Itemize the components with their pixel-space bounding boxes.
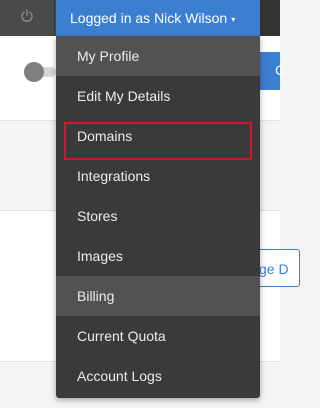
menu-item-images[interactable]: Images xyxy=(56,236,260,276)
menu-item-stores[interactable]: Stores xyxy=(56,196,260,236)
user-menu-label: Logged in as Nick Wilson xyxy=(70,10,228,26)
top-bar: Logged in as Nick Wilson ▾ xyxy=(0,0,280,36)
menu-item-label: Edit My Details xyxy=(77,88,171,104)
menu-item-integrations[interactable]: Integrations xyxy=(56,156,260,196)
menu-item-label: Images xyxy=(77,248,123,264)
menu-item-edit-my-details[interactable]: Edit My Details xyxy=(56,76,260,116)
user-menu-button[interactable]: Logged in as Nick Wilson ▾ xyxy=(56,0,260,36)
menu-item-my-profile[interactable]: My Profile xyxy=(56,36,260,76)
power-button[interactable] xyxy=(0,0,55,36)
user-dropdown-menu: My Profile Edit My Details Domains Integ… xyxy=(56,36,260,398)
menu-item-current-quota[interactable]: Current Quota xyxy=(56,316,260,356)
menu-item-label: Account Logs xyxy=(77,368,162,384)
toggle-switch-knob[interactable] xyxy=(24,62,44,82)
menu-item-account-logs[interactable]: Account Logs xyxy=(56,356,260,396)
caret-down-icon: ▾ xyxy=(231,15,236,24)
primary-action-label: C xyxy=(275,62,286,78)
menu-item-label: Stores xyxy=(77,208,118,224)
menu-item-label: Integrations xyxy=(77,168,151,184)
domains-highlight-box xyxy=(64,122,252,160)
menu-item-label: Billing xyxy=(77,288,115,304)
topbar-right-area xyxy=(260,0,280,36)
menu-item-label: Current Quota xyxy=(77,328,166,344)
menu-item-billing[interactable]: Billing xyxy=(56,276,260,316)
power-icon xyxy=(20,8,34,28)
menu-item-label: My Profile xyxy=(77,48,140,64)
